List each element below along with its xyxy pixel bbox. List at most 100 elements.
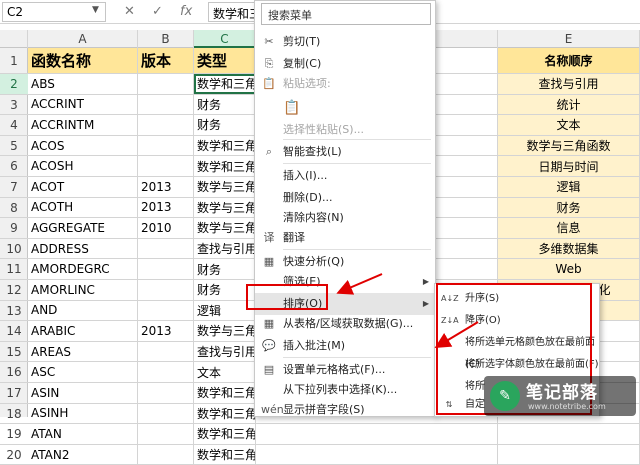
- row-header[interactable]: 5: [0, 136, 28, 157]
- row-header[interactable]: 16: [0, 362, 28, 383]
- cell-c[interactable]: 查找与引用: [194, 341, 256, 362]
- cell-a[interactable]: ARABIC: [28, 321, 138, 341]
- menu-item[interactable]: wén 显示拼音字段(S): [255, 399, 435, 421]
- cell-b[interactable]: [138, 300, 194, 321]
- row-header[interactable]: 3: [0, 95, 28, 116]
- chevron-down-icon[interactable]: ▼: [92, 5, 99, 15]
- cell-a[interactable]: ACOT: [28, 177, 138, 197]
- cell-b[interactable]: 2013: [138, 197, 194, 218]
- cell-c[interactable]: 查找与引用: [194, 238, 256, 259]
- cell-b[interactable]: [138, 362, 194, 382]
- cell-b[interactable]: [138, 341, 194, 362]
- cell-e[interactable]: 名称顺序: [498, 48, 640, 73]
- cell-e[interactable]: [498, 444, 640, 465]
- cell-b[interactable]: [138, 259, 194, 279]
- row-header[interactable]: 7: [0, 177, 28, 198]
- cell-b[interactable]: 2013: [138, 321, 194, 341]
- cell-b[interactable]: [138, 424, 194, 444]
- row-header[interactable]: 19: [0, 424, 28, 445]
- cell-c[interactable]: 数学和三角: [194, 74, 256, 94]
- formula-input[interactable]: 数学和三角: [208, 2, 256, 22]
- cell-e[interactable]: 数学与三角函数: [498, 135, 640, 156]
- menu-item[interactable]: 删除(D)...: [255, 187, 435, 209]
- cell-a[interactable]: ASINH: [28, 403, 138, 424]
- row-header[interactable]: 14: [0, 321, 28, 342]
- cell-c[interactable]: 数学与三角: [194, 197, 256, 218]
- menu-item[interactable]: 💬 插入批注(M): [255, 335, 435, 357]
- row-header[interactable]: 13: [0, 301, 28, 322]
- cell-a[interactable]: ASIN: [28, 383, 138, 403]
- cell-e[interactable]: 多维数据集: [498, 238, 640, 259]
- row-header[interactable]: 18: [0, 404, 28, 425]
- cell-b[interactable]: [138, 403, 194, 424]
- row-header[interactable]: 4: [0, 115, 28, 136]
- cell-a[interactable]: AGGREGATE: [28, 218, 138, 238]
- menu-search-input[interactable]: 搜索菜单: [261, 3, 431, 25]
- row-header[interactable]: 17: [0, 383, 28, 404]
- cancel-icon[interactable]: ✕: [124, 4, 135, 19]
- menu-item[interactable]: ▦ 快速分析(Q): [255, 251, 435, 273]
- cell-e[interactable]: 日期与时间: [498, 156, 640, 176]
- menu-item[interactable]: ⌕ 智能查找(L): [255, 141, 435, 163]
- menu-item[interactable]: 插入(I)...: [255, 165, 435, 187]
- cell-b[interactable]: 2010: [138, 218, 194, 238]
- select-all-corner[interactable]: [0, 30, 28, 48]
- cell-a[interactable]: AMORLINC: [28, 280, 138, 300]
- column-header-e[interactable]: E: [498, 30, 640, 48]
- cell-a[interactable]: ACOS: [28, 135, 138, 156]
- menu-item[interactable]: 清除内容(N): [255, 207, 435, 229]
- cell-e[interactable]: [498, 424, 640, 444]
- row-header[interactable]: 12: [0, 280, 28, 301]
- cell-c[interactable]: 数学和三角: [194, 444, 256, 465]
- cell-a[interactable]: ATAN: [28, 424, 138, 444]
- cell-c[interactable]: 文本: [194, 362, 256, 382]
- cell-a[interactable]: ACOTH: [28, 197, 138, 218]
- cell-a[interactable]: ASC: [28, 362, 138, 382]
- cell-b[interactable]: [138, 74, 194, 94]
- cell-e[interactable]: 查找与引用: [498, 74, 640, 94]
- cell-e[interactable]: 财务: [498, 197, 640, 218]
- cell-c[interactable]: 数学和三角: [194, 383, 256, 403]
- cell-c[interactable]: 数学与三角: [194, 321, 256, 341]
- cell-a[interactable]: ACOSH: [28, 156, 138, 176]
- column-header-c[interactable]: C: [194, 30, 256, 48]
- row-header[interactable]: 2: [0, 74, 28, 95]
- cell-b[interactable]: [138, 444, 194, 465]
- cell-c[interactable]: 财务: [194, 115, 256, 135]
- cell-d[interactable]: [256, 424, 498, 444]
- cell-a[interactable]: AMORDEGRC: [28, 259, 138, 279]
- cell-b[interactable]: 版本: [138, 48, 194, 73]
- cell-e[interactable]: 逻辑: [498, 177, 640, 197]
- cell-b[interactable]: [138, 238, 194, 259]
- cell-a[interactable]: ACCRINTM: [28, 115, 138, 135]
- cell-b[interactable]: [138, 383, 194, 403]
- cell-b[interactable]: [138, 156, 194, 176]
- cell-c[interactable]: 数学和三角: [194, 424, 256, 444]
- cell-c[interactable]: 数学和三角: [194, 135, 256, 156]
- cell-e[interactable]: 信息: [498, 218, 640, 238]
- cell-c[interactable]: 数学与三角: [194, 177, 256, 197]
- cell-d[interactable]: [256, 444, 498, 465]
- column-header-a[interactable]: A: [28, 30, 138, 48]
- cell-c[interactable]: 财务: [194, 94, 256, 115]
- menu-item[interactable]: ✂ 剪切(T): [255, 31, 435, 53]
- row-header[interactable]: 20: [0, 445, 28, 465]
- cell-e[interactable]: Web: [498, 259, 640, 279]
- cell-a[interactable]: ABS: [28, 74, 138, 94]
- enter-icon[interactable]: ✓: [152, 4, 163, 19]
- row-header[interactable]: 11: [0, 259, 28, 280]
- row-header[interactable]: 6: [0, 156, 28, 177]
- menu-item[interactable]: ▤ 设置单元格格式(F)...: [255, 359, 435, 381]
- cell-c[interactable]: 类型: [194, 48, 256, 73]
- cell-c[interactable]: 财务: [194, 259, 256, 279]
- cell-e[interactable]: 统计: [498, 94, 640, 115]
- row-header[interactable]: 9: [0, 218, 28, 239]
- menu-item[interactable]: ▦ 从表格/区域获取数据(G)...: [255, 313, 435, 335]
- cell-e[interactable]: 文本: [498, 115, 640, 135]
- cell-c[interactable]: 数学和三角: [194, 156, 256, 176]
- cell-b[interactable]: 2013: [138, 177, 194, 197]
- row-header[interactable]: 8: [0, 198, 28, 219]
- name-box[interactable]: C2: [2, 2, 106, 22]
- row-header[interactable]: 15: [0, 342, 28, 363]
- cell-a[interactable]: ADDRESS: [28, 238, 138, 259]
